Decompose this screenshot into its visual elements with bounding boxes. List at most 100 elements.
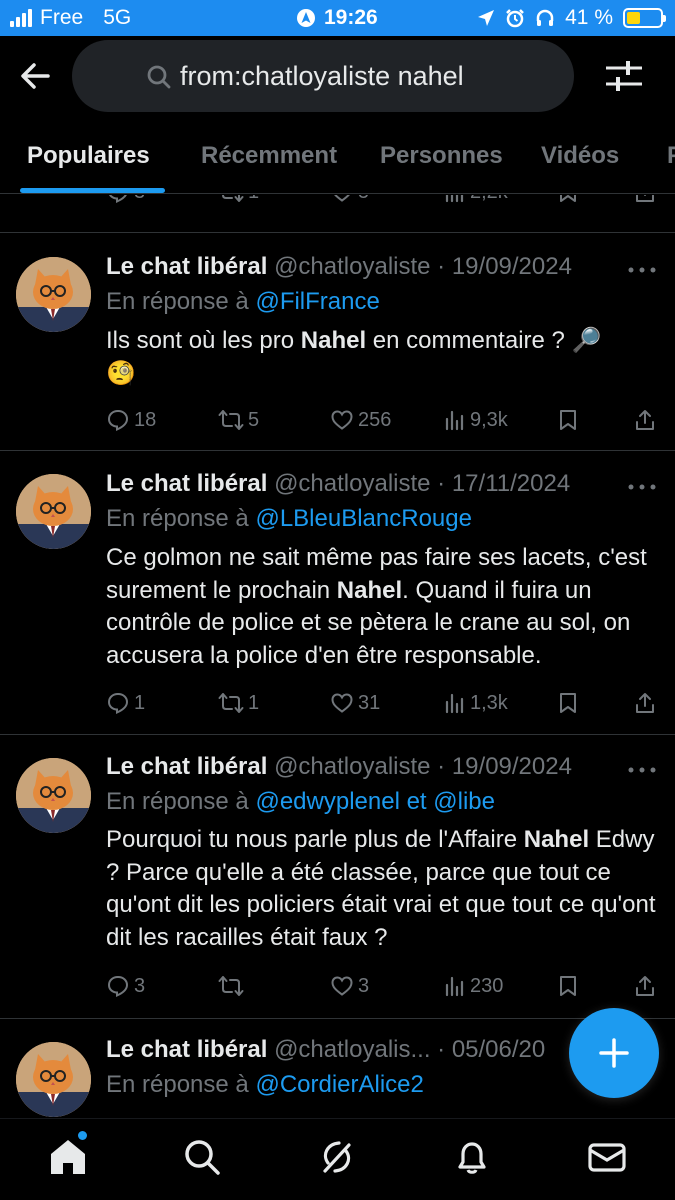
tweet-actions: 18 5 256 9,3k	[106, 405, 662, 435]
compose-button[interactable]	[569, 1008, 659, 1098]
reply-icon	[107, 692, 129, 715]
plus-icon	[599, 1038, 629, 1068]
more-options-icon[interactable]	[627, 482, 657, 492]
share-button[interactable]	[634, 405, 656, 435]
reply-context: En réponse à @LBleuBlancRouge	[106, 505, 472, 533]
reply-to-link[interactable]: @CordierAlice2	[255, 1071, 423, 1098]
explore-search-icon[interactable]	[182, 1137, 222, 1177]
heart-icon	[334, 195, 350, 202]
messages-envelope-icon[interactable]	[587, 1137, 627, 1177]
tab-photos[interactable]: Photos	[667, 142, 675, 170]
retweet-icon	[218, 410, 244, 430]
bookmark-button[interactable]	[558, 971, 578, 1001]
author-name[interactable]: Le chat libéral	[106, 753, 267, 780]
like-button[interactable]: 256	[330, 405, 391, 435]
more-options-icon[interactable]	[627, 265, 657, 275]
battery-icon	[623, 8, 666, 28]
share-button[interactable]	[634, 688, 656, 718]
author-name[interactable]: Le chat libéral	[106, 1036, 267, 1063]
tweet-date[interactable]: · 17/11/2024	[437, 470, 570, 497]
filter-sliders-icon[interactable]	[604, 58, 644, 94]
views-button[interactable]: 230	[444, 971, 503, 1001]
author-handle[interactable]: @chatloyalis...	[274, 1036, 430, 1063]
reply-button[interactable]: 1	[106, 688, 145, 718]
highlighted-keyword: Nahel	[523, 826, 590, 853]
reply-icon	[107, 975, 129, 998]
tweet-text-part: Pourquoi tu nous parle plus de l'Affaire	[106, 826, 524, 853]
avatar[interactable]	[16, 474, 91, 549]
headphones-icon	[536, 9, 554, 26]
retweet-button[interactable]	[218, 971, 248, 1001]
tweet-text-part: Ils sont où les pro	[106, 327, 301, 354]
tweet-date[interactable]: · 05/06/20	[437, 1036, 545, 1063]
reply-to-link[interactable]: @LBleuBlancRouge	[255, 505, 472, 532]
share-icon	[636, 693, 654, 713]
grok-icon[interactable]	[317, 1137, 357, 1177]
author-handle[interactable]: @chatloyaliste	[274, 753, 430, 780]
like-button[interactable]: 5	[330, 195, 369, 207]
retweet-button[interactable]: 1	[218, 688, 259, 718]
tweet-text: Ils sont où les pro Nahel en commentaire…	[106, 325, 662, 390]
tweet-actions: 3 3 230	[106, 971, 662, 1001]
tweet-date[interactable]: · 19/09/2024	[437, 253, 572, 280]
search-tabs: Populaires Récemment Personnes Vidéos Ph…	[0, 116, 675, 194]
notifications-bell-icon[interactable]	[452, 1137, 492, 1177]
search-results-feed[interactable]: 3 1 5 2,2k Le chat libéral @chatloyalist…	[0, 195, 675, 1118]
search-input[interactable]: from:chatloyaliste nahel	[72, 40, 574, 112]
reply-button[interactable]: 18	[106, 405, 156, 435]
retweet-button[interactable]: 5	[218, 405, 259, 435]
author-handle[interactable]: @chatloyaliste	[274, 253, 430, 280]
bookmark-button[interactable]	[558, 195, 578, 207]
tab-populaires[interactable]: Populaires	[27, 142, 150, 170]
share-button[interactable]	[634, 971, 656, 1001]
more-options-icon[interactable]	[627, 765, 657, 775]
tab-personnes[interactable]: Personnes	[380, 142, 503, 170]
author-handle[interactable]: @chatloyaliste	[274, 470, 430, 497]
tab-recemment[interactable]: Récemment	[201, 142, 337, 170]
share-icon	[636, 410, 654, 430]
share-button[interactable]	[634, 195, 656, 207]
retweet-icon	[218, 976, 244, 996]
tweet[interactable]: Le chat libéral @chatloyaliste · 19/09/2…	[0, 233, 675, 451]
heart-icon	[331, 976, 353, 996]
partial-tweet[interactable]: 3 1 5 2,2k	[0, 195, 675, 233]
tab-videos[interactable]: Vidéos	[541, 142, 619, 170]
avatar[interactable]	[16, 1042, 91, 1117]
heart-icon	[331, 693, 353, 713]
back-arrow-icon[interactable]	[18, 58, 54, 94]
retweet-button[interactable]: 1	[218, 195, 259, 207]
battery-percent: 41 %	[565, 6, 613, 29]
cat-avatar-icon	[16, 257, 91, 332]
reply-to-link[interactable]: @edwyplenel et @libe	[255, 788, 495, 815]
tweet[interactable]: Le chat libéral @chatloyaliste · 17/11/2…	[0, 452, 675, 735]
views-button[interactable]: 1,3k	[444, 688, 508, 718]
reply-button[interactable]: 3	[106, 971, 145, 1001]
views-button[interactable]: 2,2k	[444, 195, 508, 207]
like-count: 256	[358, 408, 392, 431]
author-name[interactable]: Le chat libéral	[106, 470, 267, 497]
avatar[interactable]	[16, 257, 91, 332]
reply-to-link[interactable]: @FilFrance	[255, 288, 379, 315]
tweet[interactable]: Le chat libéral @chatloyaliste · 19/09/2…	[0, 736, 675, 1019]
bookmark-button[interactable]	[558, 688, 578, 718]
avatar[interactable]	[16, 758, 91, 833]
tweet-date[interactable]: · 19/09/2024	[437, 753, 572, 780]
views-button[interactable]: 9,3k	[444, 405, 508, 435]
bookmark-button[interactable]	[558, 405, 578, 435]
bookmark-icon	[560, 195, 576, 202]
views-count: 9,3k	[470, 408, 508, 431]
reply-button[interactable]: 3	[106, 195, 145, 207]
like-button[interactable]: 31	[330, 688, 380, 718]
unread-dot	[78, 1131, 87, 1140]
like-button[interactable]: 3	[330, 971, 369, 1001]
retweet-count: 1	[248, 691, 260, 714]
search-icon	[147, 65, 171, 89]
active-tab-indicator	[20, 188, 165, 193]
tweet-header: Le chat libéral @chatloyaliste · 19/09/2…	[106, 253, 572, 281]
reply-prefix: En réponse à	[106, 788, 249, 815]
author-name[interactable]: Le chat libéral	[106, 253, 267, 280]
tweet-actions: 1 1 31 1,3k	[106, 688, 662, 718]
network-label: 5G	[103, 6, 132, 29]
home-icon[interactable]	[48, 1137, 88, 1177]
tweet-text-part: en commentaire ?	[366, 327, 572, 354]
